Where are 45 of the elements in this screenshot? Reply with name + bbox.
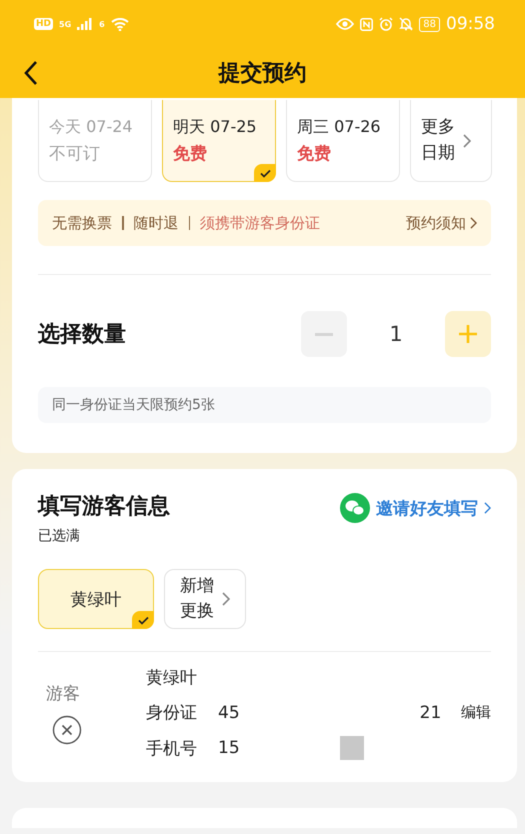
date-option[interactable]: 明天 07-25 免费 bbox=[162, 100, 276, 182]
network-label: 5G bbox=[59, 20, 72, 28]
battery-level: 88 bbox=[419, 16, 440, 32]
check-icon bbox=[132, 611, 154, 629]
visitor-chip[interactable]: 黄绿叶 bbox=[38, 569, 154, 629]
notice-text: 须携带游客身份证 bbox=[200, 214, 320, 232]
more-dates-button[interactable]: 更多 日期 bbox=[410, 100, 492, 182]
nfc-icon bbox=[360, 18, 374, 30]
chevron-right-icon bbox=[222, 592, 230, 606]
section-title: 填写游客信息 bbox=[38, 492, 170, 521]
alarm-icon bbox=[379, 17, 394, 31]
add-visitor-button[interactable]: 新增 更换 bbox=[164, 569, 246, 629]
selection-status: 已选满 bbox=[38, 527, 81, 545]
chevron-right-icon bbox=[470, 217, 477, 229]
notice-text: 随时退 bbox=[134, 214, 178, 232]
page-title: 提交预约 bbox=[218, 60, 306, 88]
field-label: 身份证 bbox=[146, 702, 198, 724]
visitor-name: 黄绿叶 bbox=[146, 667, 198, 689]
id-number-end: 21 bbox=[420, 702, 442, 722]
redaction-block bbox=[340, 736, 364, 760]
booking-notes-link[interactable]: 预约须知 bbox=[406, 214, 477, 232]
signal-icon bbox=[77, 18, 94, 30]
chevron-right-icon bbox=[484, 502, 491, 514]
visitor-role: 游客 bbox=[46, 682, 80, 704]
notice-text: 无需换票 bbox=[52, 214, 112, 232]
quantity-value: 1 bbox=[388, 322, 404, 346]
phone-number-start: 15 bbox=[218, 738, 240, 758]
chat-bubbles-icon bbox=[340, 493, 370, 523]
invite-friend-link[interactable]: 邀请好友填写 bbox=[340, 493, 491, 523]
wifi-icon bbox=[110, 18, 129, 30]
id-number-start: 45 bbox=[218, 702, 240, 722]
remove-button[interactable] bbox=[52, 714, 82, 744]
plus-icon bbox=[459, 325, 477, 343]
chevron-right-icon bbox=[463, 134, 471, 148]
check-icon bbox=[254, 164, 276, 182]
edit-link[interactable]: 编辑 bbox=[461, 703, 491, 722]
eye-icon bbox=[336, 18, 354, 30]
hd-indicator: HD bbox=[34, 18, 54, 30]
muted-bell-icon bbox=[399, 17, 414, 31]
date-option[interactable]: 周三 07-26 免费 bbox=[286, 100, 400, 182]
clock-time: 09:58 bbox=[446, 14, 495, 34]
limit-note: 同一身份证当天限预约5张 bbox=[38, 387, 491, 423]
section-title: 选择数量 bbox=[38, 321, 126, 349]
wifi-generation-label: 6 bbox=[99, 20, 105, 28]
field-label: 手机号 bbox=[146, 738, 198, 760]
